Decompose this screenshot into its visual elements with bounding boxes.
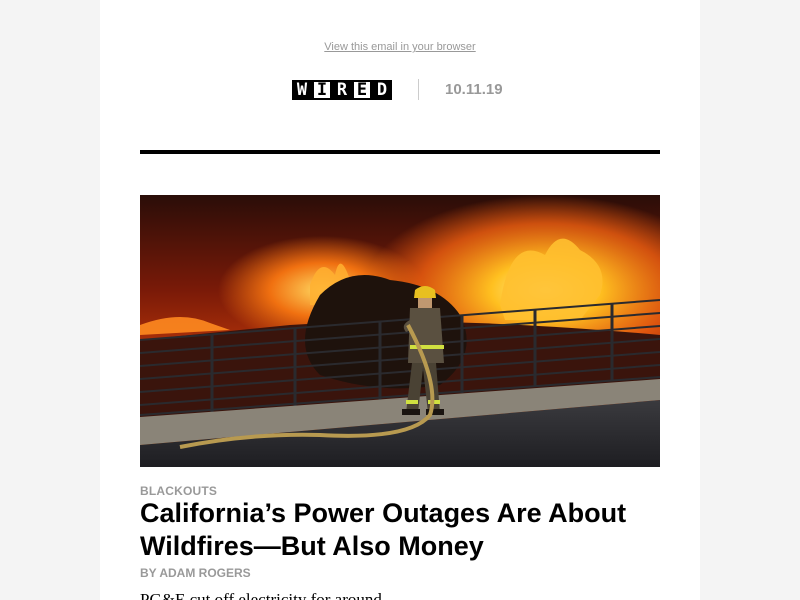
wired-logo[interactable]: W I R E D [292, 80, 392, 100]
masthead: W I R E D 10.11.19 [100, 79, 700, 101]
view-in-browser-link[interactable]: View this email in your browser [100, 41, 700, 53]
article-headline[interactable]: California’s Power Outages Are About Wil… [140, 497, 670, 563]
issue-date: 10.11.19 [445, 81, 503, 98]
email-container: View this email in your browser W I R E … [100, 0, 700, 600]
masthead-divider [418, 79, 419, 100]
hero-image[interactable] [140, 195, 660, 467]
logo-letter: I [312, 80, 332, 100]
article-body-excerpt: PG&E cut off electricity for around... [140, 590, 395, 600]
logo-letter: W [292, 80, 312, 100]
article-byline: BY ADAM ROGERS [140, 566, 251, 580]
logo-letter: R [332, 80, 352, 100]
header-rule [140, 150, 660, 154]
article-kicker[interactable]: BLACKOUTS [140, 484, 217, 498]
logo-letter: E [352, 80, 372, 100]
logo-letter: D [372, 80, 392, 100]
